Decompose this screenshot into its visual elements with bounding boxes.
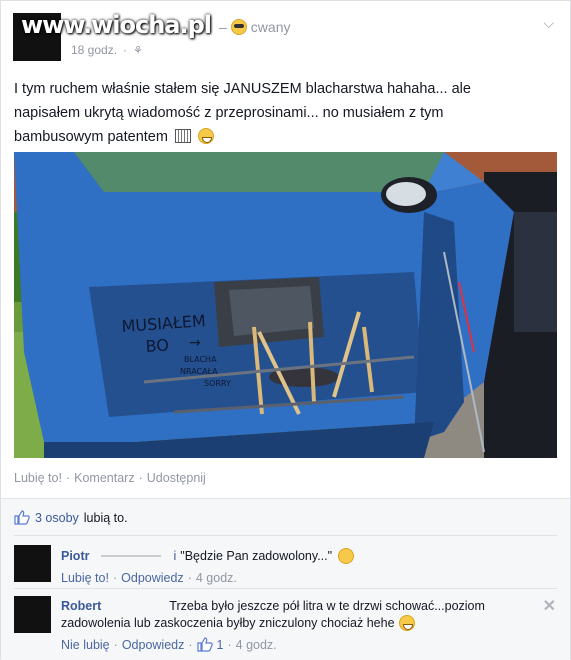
- comment-meta: Lubię to! · Odpowiedz · 4 godz.: [61, 571, 237, 585]
- barcode-emoticon-icon: [174, 129, 191, 143]
- comment-time[interactable]: 4 godz.: [236, 638, 277, 652]
- commenter-name[interactable]: Piotr: [61, 549, 89, 563]
- post-timestamp[interactable]: 18 godz. · ⚘: [71, 43, 143, 57]
- comment-text: "Będzie Pan zadowolony...": [180, 549, 333, 563]
- separator-dot: ·: [65, 471, 71, 485]
- chevron-down-icon[interactable]: ⌵: [543, 15, 554, 32]
- laughing-smiley-icon: [198, 128, 214, 144]
- photo-handwriting-arrow: →: [189, 335, 201, 351]
- commenter-avatar[interactable]: [14, 596, 51, 633]
- friends-icon[interactable]: ⚘: [133, 44, 143, 57]
- comment-reply-link[interactable]: Odpowiedz: [121, 571, 184, 585]
- post-actions: Lubię to! · Komentarz · Udostępnij: [14, 471, 206, 485]
- post-photo[interactable]: MUSIAŁEM BO → BLACHA NRACAŁA SORRY: [14, 152, 557, 458]
- post-time[interactable]: 18 godz.: [71, 43, 117, 57]
- comment-body: Piotr i "Będzie Pan zadowolony...": [61, 548, 355, 564]
- likes-summary: 3 osoby lubią to.: [14, 510, 128, 525]
- comment-text: Trzeba było jeszcze pół litra w te drzwi…: [169, 599, 485, 613]
- thumbs-up-icon: [196, 637, 213, 652]
- commenter-avatar[interactable]: [14, 545, 51, 582]
- sunglasses-smiley-icon: [230, 19, 247, 35]
- feeling-separator: –: [219, 19, 227, 35]
- divider: [14, 535, 557, 536]
- redaction-bar: [101, 555, 162, 557]
- comment-unlike-link[interactable]: Nie lubię: [61, 638, 110, 652]
- photo-handwriting: NRACAŁA: [180, 367, 218, 376]
- comment-like-count[interactable]: 1: [217, 638, 224, 652]
- close-icon[interactable]: ✕: [543, 596, 556, 616]
- commenter-name-tail: i: [173, 549, 177, 563]
- site-watermark: www.wiocha.pl: [21, 11, 212, 39]
- feeling-text: cwany: [250, 19, 291, 35]
- comment-reply-link[interactable]: Odpowiedz: [122, 638, 185, 652]
- likes-text: lubią to.: [83, 510, 128, 525]
- comment-text: zadowolenia lub zaskoczenia byłby zniczu…: [61, 616, 395, 630]
- neutral-smiley-icon: [338, 548, 355, 564]
- like-link[interactable]: Lubię to!: [14, 471, 62, 485]
- feeling-label: – cwany: [219, 19, 290, 35]
- photo-handwriting: BO: [145, 335, 170, 356]
- car-door-photo: MUSIAŁEM BO → BLACHA NRACAŁA SORRY: [14, 152, 557, 458]
- divider: [14, 588, 557, 589]
- comment-like-link[interactable]: Lubię to!: [61, 571, 109, 585]
- likes-count-link[interactable]: 3 osoby: [35, 511, 79, 525]
- post-text-line: napisałem ukrytą wiadomość z przeprosina…: [14, 105, 444, 121]
- thumbs-up-icon: [14, 510, 30, 525]
- separator-dot: ·: [138, 471, 143, 485]
- post-text-line-last: bambusowym patentem: [14, 125, 554, 149]
- facebook-post: www.wiocha.pl – cwany 18 godz. · ⚘ ⌵ I t…: [0, 0, 571, 660]
- comment-time[interactable]: 4 godz.: [196, 571, 237, 585]
- commenter-name[interactable]: Robert: [61, 599, 101, 613]
- photo-handwriting: BLACHA: [184, 355, 217, 364]
- comment-meta: Nie lubię · Odpowiedz · 1 · 4 godz.: [61, 637, 277, 652]
- share-link[interactable]: Udostępnij: [147, 471, 206, 485]
- photo-handwriting: SORRY: [204, 379, 231, 388]
- laughing-smiley-icon: [398, 615, 415, 631]
- post-text-line: I tym ruchem właśnie stałem się JANUSZEM…: [14, 81, 471, 97]
- comment-body: Robert Trzeba było jeszcze pół litra w t…: [61, 599, 531, 631]
- post-text-line: bambusowym patentem: [14, 129, 168, 145]
- post-message: I tym ruchem właśnie stałem się JANUSZEM…: [14, 77, 554, 149]
- feedback-section: 3 osoby lubią to. Piotr i "Będzie Pan za…: [1, 498, 570, 660]
- comment-link[interactable]: Komentarz: [74, 471, 134, 485]
